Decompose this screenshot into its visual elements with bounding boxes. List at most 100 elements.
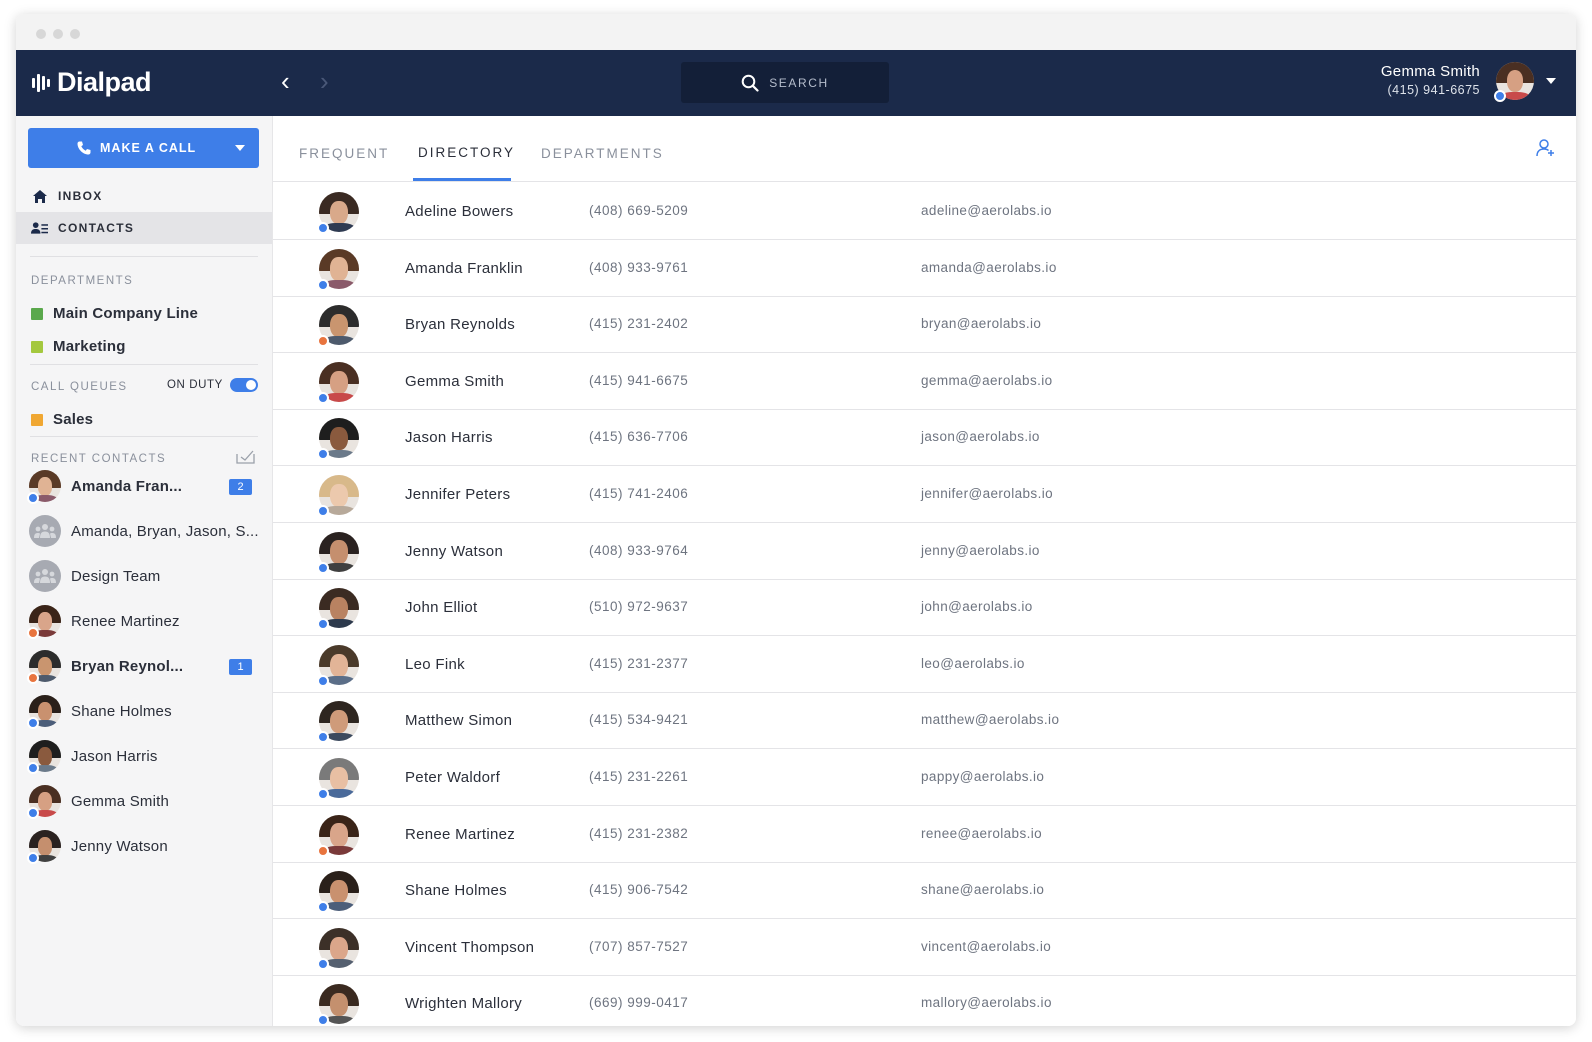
- contact-email[interactable]: jennifer@aerolabs.io: [921, 486, 1053, 501]
- main-panel: FREQUENT DIRECTORY DEPARTMENTS Adeline B…: [273, 116, 1576, 1026]
- do-not-disturb-status-icon: [27, 672, 39, 684]
- home-icon: [31, 189, 48, 204]
- tab-directory[interactable]: DIRECTORY: [418, 145, 515, 160]
- sidebar-item-inbox[interactable]: INBOX: [16, 180, 272, 212]
- tab-frequent[interactable]: FREQUENT: [299, 146, 389, 161]
- contact-name: Renee Martinez: [405, 825, 516, 843]
- contact-phone[interactable]: (415) 231-2261: [589, 769, 688, 784]
- sidebar: MAKE A CALL INBOX CONTACTS DEPARTMENTS M…: [16, 116, 273, 1026]
- call-options-caret-icon[interactable]: [235, 145, 245, 151]
- active-tab-indicator: [413, 178, 511, 181]
- recent-contact-item[interactable]: Jason Harris: [27, 738, 269, 774]
- contact-email[interactable]: gemma@aerolabs.io: [921, 373, 1053, 388]
- avatar: [27, 605, 61, 639]
- search-button[interactable]: SEARCH: [681, 62, 889, 103]
- contact-phone[interactable]: (415) 534-9421: [589, 712, 688, 727]
- user-menu-caret-icon[interactable]: [1546, 78, 1556, 84]
- contact-email[interactable]: jason@aerolabs.io: [921, 429, 1040, 444]
- contact-row[interactable]: Shane Holmes (415) 906-7542 shane@aerolabs…: [273, 862, 1576, 920]
- contact-email[interactable]: mallory@aerolabs.io: [921, 995, 1052, 1010]
- make-a-call-button[interactable]: MAKE A CALL: [28, 128, 259, 168]
- dialpad-logo[interactable]: Dialpad: [32, 67, 152, 98]
- avatar: [317, 361, 359, 404]
- contact-phone[interactable]: (415) 231-2402: [589, 316, 688, 331]
- contact-phone[interactable]: (510) 972-9637: [589, 599, 688, 614]
- contact-row[interactable]: Vincent Thompson (707) 857-7527 vincent@ae…: [273, 919, 1576, 976]
- contact-phone[interactable]: (415) 941-6675: [589, 373, 688, 388]
- contact-phone[interactable]: (415) 636-7706: [589, 429, 688, 444]
- window-minimize-dot[interactable]: [53, 29, 63, 39]
- contact-row[interactable]: Leo Fink (415) 231-2377 leo@aerolabs.io: [273, 636, 1576, 693]
- dialpad-logo-icon: [32, 73, 50, 92]
- avatar: [317, 814, 359, 857]
- contact-phone[interactable]: (415) 231-2377: [589, 656, 688, 671]
- contact-phone[interactable]: (408) 933-9761: [589, 260, 688, 275]
- contact-email[interactable]: adeline@aerolabs.io: [921, 203, 1052, 218]
- contact-row[interactable]: Adeline Bowers (408) 669-5209 adeline@aero…: [273, 183, 1576, 240]
- toggle-switch[interactable]: [229, 378, 258, 392]
- add-contact-icon[interactable]: [1536, 138, 1556, 163]
- contact-row[interactable]: Wrighten Mallory (669) 999-0417 mallory@ae…: [273, 975, 1576, 1026]
- contact-email[interactable]: matthew@aerolabs.io: [921, 712, 1059, 727]
- contact-row[interactable]: Matthew Simon (415) 534-9421 matthew@aerol…: [273, 692, 1576, 750]
- avatar: [317, 475, 359, 517]
- contact-email[interactable]: shane@aerolabs.io: [921, 882, 1044, 897]
- current-user-avatar[interactable]: [1494, 62, 1534, 102]
- recent-contact-item[interactable]: Design Team: [29, 558, 269, 594]
- contact-avatar: [317, 644, 359, 687]
- online-status-icon: [317, 505, 329, 517]
- online-status-icon: [317, 618, 329, 631]
- current-user-info[interactable]: Gemma Smith (415) 941-6675: [1381, 63, 1480, 97]
- search-icon: [741, 74, 759, 92]
- contact-row[interactable]: John Elliot (510) 972-9637 john@aerolabs.i…: [273, 579, 1576, 637]
- contact-phone[interactable]: (415) 231-2382: [589, 826, 688, 841]
- online-status-icon: [1494, 90, 1506, 102]
- department-marketing[interactable]: Marketing: [31, 338, 126, 355]
- contact-phone[interactable]: (408) 933-9764: [589, 543, 688, 558]
- contact-row[interactable]: Jenny Watson (408) 933-9764 jenny@aerolabs…: [273, 523, 1576, 580]
- recent-contact-name: Shane Holmes: [71, 702, 172, 720]
- contact-phone[interactable]: (415) 906-7542: [589, 882, 688, 897]
- contact-email[interactable]: john@aerolabs.io: [921, 599, 1033, 614]
- contact-email[interactable]: pappy@aerolabs.io: [921, 769, 1044, 784]
- window-close-dot[interactable]: [36, 29, 46, 39]
- contact-row[interactable]: Jason Harris (415) 636-7706 jason@aerolabs…: [273, 409, 1576, 467]
- forward-arrow-icon[interactable]: ›: [320, 68, 329, 94]
- recent-contact-item[interactable]: Gemma Smith: [27, 783, 269, 819]
- contact-phone[interactable]: (707) 857-7527: [589, 939, 688, 954]
- contact-row[interactable]: Bryan Reynolds (415) 231-2402 bryan@aerola…: [273, 296, 1576, 354]
- contact-email[interactable]: renee@aerolabs.io: [921, 826, 1042, 841]
- recent-contact-item[interactable]: Shane Holmes: [27, 693, 269, 729]
- contact-avatar: [317, 984, 359, 1026]
- recent-contact-item[interactable]: Renee Martinez: [27, 603, 269, 639]
- contact-avatar: [317, 588, 359, 631]
- sidebar-item-contacts[interactable]: CONTACTS: [16, 212, 272, 244]
- recent-contact-name: Renee Martinez: [71, 612, 180, 630]
- window-zoom-dot[interactable]: [70, 29, 80, 39]
- call-queue-sales[interactable]: Sales: [31, 411, 93, 428]
- online-status-icon: [317, 1014, 329, 1026]
- contact-phone[interactable]: (408) 669-5209: [589, 203, 688, 218]
- recent-contact-item[interactable]: Bryan Reynol... 1: [27, 648, 269, 684]
- back-arrow-icon[interactable]: ‹: [281, 68, 290, 94]
- contact-email[interactable]: amanda@aerolabs.io: [921, 260, 1057, 275]
- contact-phone[interactable]: (669) 999-0417: [589, 995, 688, 1010]
- contact-row[interactable]: Gemma Smith (415) 941-6675 gemma@aerolabs.…: [273, 353, 1576, 410]
- department-main-company-line[interactable]: Main Company Line: [31, 305, 198, 322]
- contact-row[interactable]: Renee Martinez (415) 231-2382 renee@aerola…: [273, 806, 1576, 863]
- contact-row[interactable]: Peter Waldorf (415) 231-2261 pappy@aerolab…: [273, 749, 1576, 806]
- contact-email[interactable]: jenny@aerolabs.io: [921, 543, 1040, 558]
- recent-contact-item[interactable]: Amanda Fran... 2: [27, 468, 269, 504]
- contact-email[interactable]: leo@aerolabs.io: [921, 656, 1025, 671]
- recent-contact-item[interactable]: Jenny Watson: [27, 828, 269, 864]
- top-bar: Dialpad ‹ › SEARCH Gemma Smith (415) 941…: [16, 50, 1576, 116]
- contact-email[interactable]: bryan@aerolabs.io: [921, 316, 1041, 331]
- on-duty-toggle[interactable]: ON DUTY: [167, 378, 258, 392]
- tab-departments[interactable]: DEPARTMENTS: [541, 146, 664, 161]
- contact-row[interactable]: Jennifer Peters (415) 741-2406 jennifer@ae…: [273, 466, 1576, 523]
- recent-contact-item[interactable]: Amanda, Bryan, Jason, S...: [29, 513, 269, 549]
- contact-email[interactable]: vincent@aerolabs.io: [921, 939, 1051, 954]
- mark-all-read-icon[interactable]: [236, 449, 256, 470]
- contact-row[interactable]: Amanda Franklin (408) 933-9761 amanda@aero…: [273, 240, 1576, 297]
- contact-phone[interactable]: (415) 741-2406: [589, 486, 688, 501]
